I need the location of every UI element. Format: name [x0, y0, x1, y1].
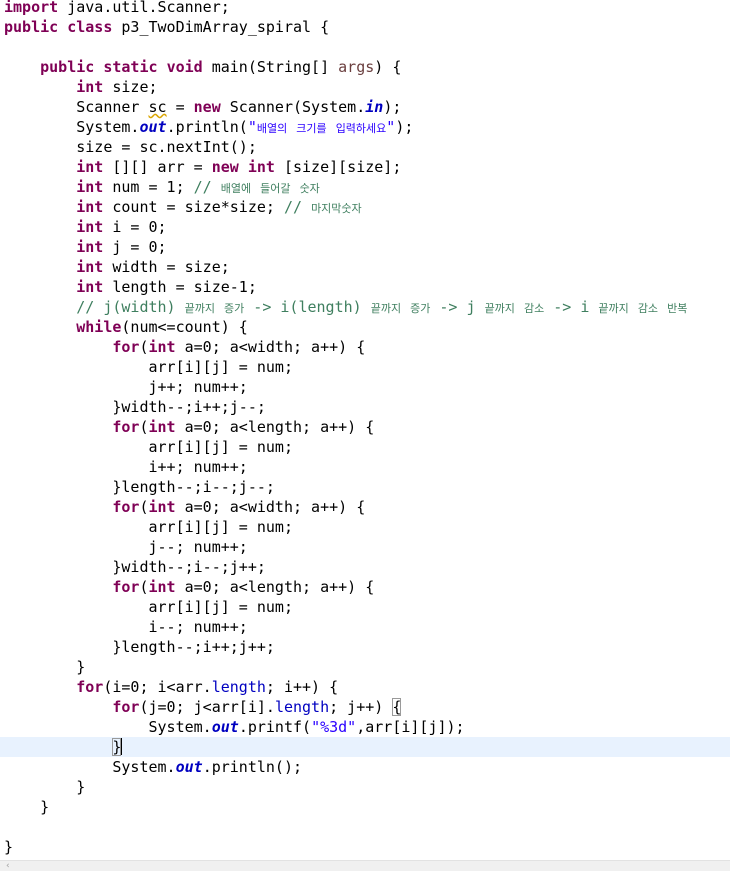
code-line[interactable]: System.out.printf("%3d",arr[i][j]);: [4, 717, 730, 737]
code-line[interactable]: }: [4, 657, 730, 677]
code-line[interactable]: }width--;i++;j--;: [4, 397, 730, 417]
code-line[interactable]: int num = 1; // 배열에 들어갈 숫자: [4, 177, 730, 197]
code-line[interactable]: int j = 0;: [4, 237, 730, 257]
code-line[interactable]: [4, 817, 730, 837]
code-line[interactable]: }: [4, 777, 730, 797]
code-line[interactable]: while(num<=count) {: [4, 317, 730, 337]
code-line[interactable]: arr[i][j] = num;: [4, 517, 730, 537]
code-line[interactable]: i++; num++;: [4, 457, 730, 477]
code-line[interactable]: }length--;i++;j++;: [4, 637, 730, 657]
code-line[interactable]: for(j=0; j<arr[i].length; j++) {: [4, 697, 730, 717]
code-line[interactable]: int i = 0;: [4, 217, 730, 237]
code-line[interactable]: [4, 37, 730, 57]
code-line[interactable]: int size;: [4, 77, 730, 97]
code-line[interactable]: j++; num++;: [4, 377, 730, 397]
code-line[interactable]: }width--;i--;j++;: [4, 557, 730, 577]
code-line[interactable]: public class p3_TwoDimArray_spiral {: [4, 17, 730, 37]
code-line[interactable]: System.out.println("배열의 크기를 입력하세요");: [4, 117, 730, 137]
code-line[interactable]: for(i=0; i<arr.length; i++) {: [4, 677, 730, 697]
code-line[interactable]: for(int a=0; a<width; a++) {: [4, 337, 730, 357]
code-line[interactable]: i--; num++;: [4, 617, 730, 637]
code-line[interactable]: System.out.println();: [4, 757, 730, 777]
code-line[interactable]: arr[i][j] = num;: [4, 597, 730, 617]
code-editor[interactable]: import java.util.Scanner; public class p3…: [0, 0, 730, 871]
code-line[interactable]: Scanner sc = new Scanner(System.in);: [4, 97, 730, 117]
code-line[interactable]: int width = size;: [4, 257, 730, 277]
code-line[interactable]: arr[i][j] = num;: [4, 437, 730, 457]
code-line[interactable]: }length--;i--;j--;: [4, 477, 730, 497]
code-area[interactable]: import java.util.Scanner; public class p3…: [0, 0, 730, 857]
code-line[interactable]: import java.util.Scanner;: [4, 0, 730, 17]
code-line[interactable]: public static void main(String[] args) {: [4, 57, 730, 77]
matching-brace: }: [112, 738, 122, 756]
code-line[interactable]: // j(width) 끝까지 증가 -> i(length) 끝까지 증가 -…: [4, 297, 730, 317]
code-line[interactable]: j--; num++;: [4, 537, 730, 557]
code-line[interactable]: for(int a=0; a<width; a++) {: [4, 497, 730, 517]
code-line[interactable]: int length = size-1;: [4, 277, 730, 297]
code-line[interactable]: }: [4, 837, 730, 857]
current-code-line[interactable]: }: [0, 737, 730, 757]
code-line[interactable]: for(int a=0; a<length; a++) {: [4, 577, 730, 597]
chevron-left-icon[interactable]: ‹: [6, 861, 10, 871]
code-line[interactable]: int [][] arr = new int [size][size];: [4, 157, 730, 177]
code-line[interactable]: size = sc.nextInt();: [4, 137, 730, 157]
text-caret: [121, 738, 123, 755]
horizontal-scrollbar[interactable]: ‹: [0, 860, 730, 871]
code-line[interactable]: arr[i][j] = num;: [4, 357, 730, 377]
code-line[interactable]: }: [4, 797, 730, 817]
code-line[interactable]: int count = size*size; // 마지막숫자: [4, 197, 730, 217]
matching-brace: {: [392, 698, 402, 716]
code-line[interactable]: for(int a=0; a<length; a++) {: [4, 417, 730, 437]
